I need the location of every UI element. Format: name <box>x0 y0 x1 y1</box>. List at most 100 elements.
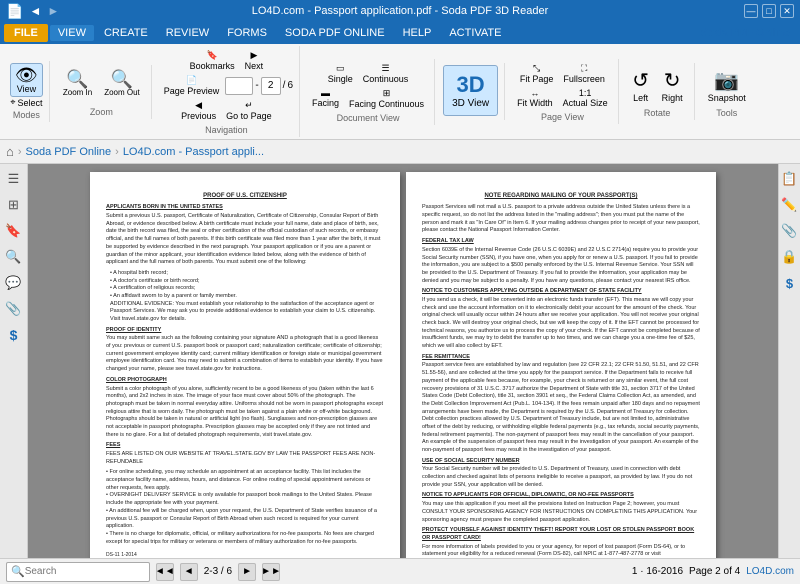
search-input[interactable] <box>25 566 145 577</box>
status-nav-prev[interactable]: ◄ <box>180 563 198 581</box>
sidebar-search-icon[interactable]: 🔍 <box>3 246 25 268</box>
menu-view[interactable]: VIEW <box>50 25 94 41</box>
sidebar-dollar-icon[interactable]: $ <box>3 324 25 346</box>
pdf-fees-text: FEES ARE LISTED ON OUR WEBSITE AT TRAVEL… <box>106 451 384 466</box>
sidebar-comments-icon[interactable]: 💬 <box>3 272 25 294</box>
rotate-right-button[interactable]: ↻ Right <box>657 65 688 106</box>
minimize-button[interactable]: — <box>744 4 758 18</box>
pdf-footer1: DS-11 1-2014 <box>106 552 384 558</box>
fullscreen-button[interactable]: ⛶ Fullscreen <box>559 61 609 86</box>
main-toolbar: 👁 View ⌖ Select Modes 🔍 Zoom In 🔍 Zoom O… <box>0 44 800 140</box>
page-view-label: Page View <box>541 112 584 122</box>
sidebar-bookmarks-icon[interactable]: 🔖 <box>3 220 25 242</box>
status-left: 🔍 ◄◄ ◄ 2-3 / 6 ► ►► <box>6 562 280 582</box>
menu-forms[interactable]: FORMS <box>219 25 275 41</box>
menu-activate[interactable]: ACTIVATE <box>441 25 509 41</box>
continuous-button[interactable]: ☰ Continuous <box>359 61 413 86</box>
pdf-section-notice: NOTICE TO CUSTOMERS APPLYING OUTSIDE A D… <box>422 288 700 296</box>
right-sidebar-icon3[interactable]: 📎 <box>779 220 800 242</box>
zoom-in-button[interactable]: 🔍 Zoom In <box>58 67 97 100</box>
window-title: LO4D.com - Passport application.pdf - So… <box>252 5 549 17</box>
pageview-top: ⤡ Fit Page ⛶ Fullscreen <box>516 61 609 86</box>
pdf-content-area[interactable]: PROOF OF U.S. CITIZENSHIP APPLICANTS BOR… <box>28 164 778 558</box>
snapshot-button[interactable]: 📷 Snapshot <box>703 65 751 106</box>
menu-help[interactable]: HELP <box>395 25 440 41</box>
soda-brand-label[interactable]: Soda PDF Online <box>701 27 796 39</box>
toolbar-group-page-view: ⤡ Fit Page ⛶ Fullscreen ↔ Fit Width 1:1 … <box>507 59 619 124</box>
breadcrumb-file[interactable]: LO4D.com - Passport appli... <box>123 146 264 158</box>
page-preview-icon: 📄 <box>186 75 197 86</box>
pdf-photo-text: Submit a color photograph of you alone, … <box>106 386 384 440</box>
status-nav-last[interactable]: ►► <box>262 563 280 581</box>
pdf-page-2: NOTE REGARDING MAILING OF YOUR PASSPORT(… <box>406 172 716 558</box>
breadcrumb-bar: ⌂ › Soda PDF Online › LO4D.com - Passpor… <box>0 140 800 164</box>
menu-file[interactable]: FILE <box>4 24 48 42</box>
toolbar-group-zoom: 🔍 Zoom In 🔍 Zoom Out Zoom <box>52 65 152 119</box>
right-sidebar: 📋 ✏️ 📎 🔒 $ <box>778 164 800 558</box>
bookmarks-icon: 🔖 <box>207 50 218 61</box>
rotate-left-button[interactable]: ↺ Left <box>627 65 655 106</box>
right-sidebar-icon2[interactable]: ✏️ <box>779 194 800 216</box>
single-button[interactable]: ▭ Single <box>324 61 357 86</box>
previous-button[interactable]: ◀ Previous <box>177 98 220 123</box>
pdf-ssn-text: Your Social Security number will be prov… <box>422 466 700 489</box>
page-number-input2[interactable] <box>261 77 281 95</box>
home-icon[interactable]: ⌂ <box>6 144 14 159</box>
go-to-page-button[interactable]: ↵ Go to Page <box>222 98 276 123</box>
menu-soda-online[interactable]: SODA PDF ONLINE <box>277 25 393 41</box>
status-nav-next[interactable]: ► <box>238 563 256 581</box>
pdf-born-us-list: • A hospital birth record;• A doctor's c… <box>110 270 384 324</box>
status-page-count: Page 2 of 4 <box>689 566 740 577</box>
search-bar-icon: 🔍 <box>11 565 25 578</box>
zoom-label: Zoom <box>90 107 113 117</box>
status-bar: 🔍 ◄◄ ◄ 2-3 / 6 ► ►► 1 · 16-2016 Page 2 o… <box>0 558 800 584</box>
sidebar-thumbs-icon[interactable]: ⊞ <box>3 194 25 216</box>
select-mode-button[interactable]: ⌖ Select <box>10 97 42 108</box>
menu-review[interactable]: REVIEW <box>158 25 217 41</box>
fit-width-button[interactable]: ↔ Fit Width <box>513 86 557 110</box>
navigation-label: Navigation <box>205 125 248 135</box>
page-preview-button[interactable]: 📄 Page Preview <box>160 73 224 98</box>
pdf-page-2-content: NOTE REGARDING MAILING OF YOUR PASSPORT(… <box>422 192 700 558</box>
menu-create[interactable]: CREATE <box>96 25 156 41</box>
right-sidebar-icon1[interactable]: 📋 <box>779 168 800 190</box>
close-button[interactable]: ✕ <box>780 4 794 18</box>
search-bar: 🔍 <box>6 562 150 582</box>
fit-page-button[interactable]: ⤡ Fit Page <box>516 61 558 86</box>
view-mode-button[interactable]: 👁 View <box>10 63 43 97</box>
sidebar-panels-icon[interactable]: ☰ <box>3 168 25 190</box>
page-number-input[interactable]: 2 <box>225 77 253 95</box>
facing-button[interactable]: ▬ Facing <box>308 86 343 110</box>
view-icon: 👁 <box>15 66 38 84</box>
right-sidebar-icon5[interactable]: $ <box>779 272 800 294</box>
title-bar: 📄 ◄ ► LO4D.com - Passport application.pd… <box>0 0 800 22</box>
tools-label: Tools <box>716 108 737 118</box>
menu-bar: FILE VIEW CREATE REVIEW FORMS SODA PDF O… <box>0 22 800 44</box>
pageview-bottom: ↔ Fit Width 1:1 Actual Size <box>513 86 612 110</box>
fit-page-icon: ⤡ <box>533 63 540 74</box>
toolbar-group-document-view: ▭ Single ☰ Continuous ▬ Facing ⊞ Facing … <box>302 59 435 125</box>
pdf-fees-list: • For online scheduling, you may schedul… <box>106 469 384 546</box>
page-total-sep: / <box>283 80 286 91</box>
pdf-section-identity-theft: PROTECT YOURSELF AGAINST IDENTITY THEFT!… <box>422 527 700 542</box>
maximize-button[interactable]: □ <box>762 4 776 18</box>
sidebar-attachments-icon[interactable]: 📎 <box>3 298 25 320</box>
single-icon: ▭ <box>336 63 345 74</box>
breadcrumb-soda[interactable]: Soda PDF Online <box>26 146 112 158</box>
document-view-label: Document View <box>337 113 400 123</box>
next-button[interactable]: ▶ Next <box>241 48 268 73</box>
zoom-out-button[interactable]: 🔍 Zoom Out <box>99 67 145 100</box>
facing-icon: ▬ <box>321 88 330 98</box>
forward-icon[interactable]: ► <box>45 4 61 18</box>
actual-size-button[interactable]: 1:1 Actual Size <box>559 86 612 110</box>
status-nav-first[interactable]: ◄◄ <box>156 563 174 581</box>
pdf-page-1-content: PROOF OF U.S. CITIZENSHIP APPLICANTS BOR… <box>106 192 384 558</box>
back-icon[interactable]: ◄ <box>27 4 43 18</box>
facing-continuous-button[interactable]: ⊞ Facing Continuous <box>345 86 428 111</box>
pdf-section-fee-remittance: FEE REMITTANCE <box>422 354 700 362</box>
right-sidebar-icon4[interactable]: 🔒 <box>779 246 800 268</box>
status-date: 1 · 16-2016 <box>632 566 683 577</box>
docview-bottom-row: ▬ Facing ⊞ Facing Continuous <box>308 86 428 111</box>
bookmarks-button[interactable]: 🔖 Bookmarks <box>186 48 239 73</box>
3d-view-button[interactable]: 3D 3D View <box>443 65 498 116</box>
